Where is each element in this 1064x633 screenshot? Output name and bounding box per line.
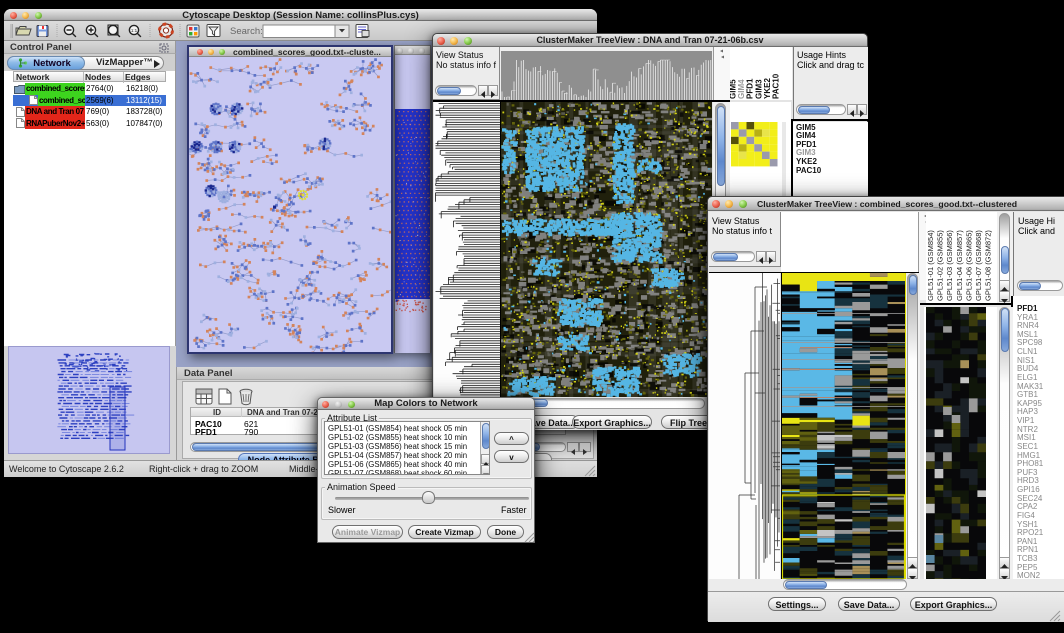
svg-text:GPL51-03 (GSM856): GPL51-03 (GSM856): [945, 230, 954, 301]
svg-text:GPL51-02 (GSM855): GPL51-02 (GSM855): [936, 230, 945, 301]
svg-text:GPL51-07 (GSM868): GPL51-07 (GSM868): [974, 230, 983, 301]
svg-text:GPL51-01 (GSM854): GPL51-01 (GSM854): [926, 230, 935, 301]
svg-text:GPL51-08 (GSM872): GPL51-08 (GSM872): [984, 230, 993, 301]
svg-text:GPL51-06 (GSM865): GPL51-06 (GSM865): [964, 230, 973, 301]
svg-text:PAC10: PAC10: [772, 73, 781, 99]
svg-text:Search:: Search:: [230, 26, 263, 37]
svg-text:GPL51-04 (GSM857): GPL51-04 (GSM857): [955, 230, 964, 301]
svg-text:1:1: 1:1: [131, 28, 138, 33]
